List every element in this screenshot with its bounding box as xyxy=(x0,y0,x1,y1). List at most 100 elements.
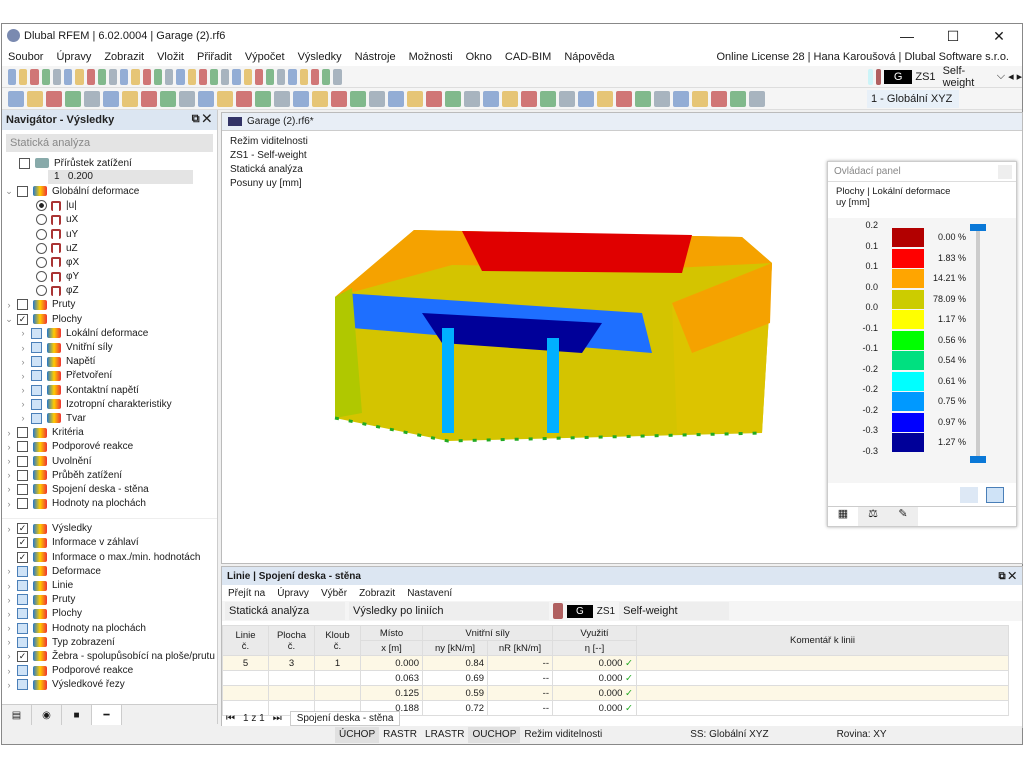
cell-surface[interactable] xyxy=(268,685,315,701)
cell-nr[interactable]: -- xyxy=(487,685,553,701)
menu-item[interactable]: Okno xyxy=(466,51,492,63)
cell-comment[interactable] xyxy=(636,685,1009,701)
cell-surface[interactable] xyxy=(268,670,315,686)
menu-item[interactable]: Úpravy xyxy=(56,51,91,63)
toolbar-button-icon[interactable] xyxy=(540,90,556,107)
toolbar-button-icon[interactable] xyxy=(103,90,119,107)
expand-icon[interactable]: ⌄ xyxy=(4,314,14,325)
menu-item[interactable]: Vložit xyxy=(157,51,184,63)
toolbar-button-icon[interactable] xyxy=(131,68,140,85)
expand-icon[interactable]: › xyxy=(4,581,14,591)
toolbar-button-icon[interactable] xyxy=(221,68,230,85)
analysis-select[interactable]: Statická analýza xyxy=(225,602,345,620)
checkbox[interactable] xyxy=(17,498,28,510)
cell-line[interactable] xyxy=(222,685,269,701)
menu-item[interactable]: Nástroje xyxy=(355,51,396,63)
checkbox[interactable]: ✓ xyxy=(17,650,28,662)
expand-icon[interactable]: › xyxy=(18,328,28,338)
checkbox[interactable] xyxy=(31,342,42,354)
toolbar-button-icon[interactable] xyxy=(483,90,499,107)
tree-item[interactable]: uZ xyxy=(2,241,217,255)
sheet-tab[interactable]: Spojení deska - stěna xyxy=(289,710,401,726)
toolbar-button-icon[interactable] xyxy=(46,90,62,107)
table-row[interactable]: 0.063 0.69 -- 0.000 ✓ xyxy=(222,670,1009,686)
tree-item[interactable]: uX xyxy=(2,213,217,227)
cell-line[interactable] xyxy=(222,670,269,686)
expand-icon[interactable]: › xyxy=(4,595,14,605)
menu-item[interactable]: Možnosti xyxy=(409,51,453,63)
range-slider-max-handle[interactable] xyxy=(970,224,986,231)
toolbar-button-icon[interactable] xyxy=(635,90,651,107)
toolbar-button-icon[interactable] xyxy=(176,68,185,85)
toolbar-button-icon[interactable] xyxy=(299,68,308,85)
toolbar-button-icon[interactable] xyxy=(64,68,73,85)
checkbox[interactable] xyxy=(31,370,42,382)
table-row[interactable]: 0.125 0.59 -- 0.000 ✓ xyxy=(222,685,1009,701)
checkbox[interactable] xyxy=(17,608,28,620)
status-item[interactable]: OUCHOP xyxy=(468,727,521,743)
tree-item[interactable]: › Přetvoření xyxy=(2,369,217,383)
status-item[interactable]: LRASTR xyxy=(421,727,468,743)
tree-item[interactable]: ✓ Informace v záhlaví xyxy=(2,536,217,550)
radio-button[interactable] xyxy=(36,271,47,283)
expand-icon[interactable]: › xyxy=(4,428,14,438)
cell-comment[interactable] xyxy=(636,670,1009,686)
cell-hinge[interactable]: 1 xyxy=(314,655,361,671)
tree-item[interactable]: φZ xyxy=(2,284,217,298)
toolbar-button-icon[interactable] xyxy=(255,90,271,107)
checkbox[interactable] xyxy=(17,665,28,677)
tree-item[interactable]: › Pruty xyxy=(2,298,217,312)
cell-nr[interactable]: -- xyxy=(487,655,553,671)
tree-item[interactable]: › Podporové reakce xyxy=(2,440,217,454)
cell-eta[interactable]: 0.000 ✓ xyxy=(552,655,637,671)
checkbox[interactable] xyxy=(17,622,28,634)
toolbar-button-icon[interactable] xyxy=(254,68,264,85)
checkbox[interactable] xyxy=(17,427,28,439)
cell-comment[interactable] xyxy=(636,655,1009,671)
checkbox[interactable] xyxy=(17,483,28,495)
expand-icon[interactable]: › xyxy=(4,484,14,494)
toolbar-button-icon[interactable] xyxy=(209,68,219,85)
checkbox[interactable] xyxy=(31,398,42,410)
toolbar-button-icon[interactable] xyxy=(187,68,196,85)
next-arrow-icon[interactable]: ▸ xyxy=(1017,70,1023,83)
table-menu-item[interactable]: Zobrazit xyxy=(359,588,395,599)
tree-item[interactable]: › Napětí xyxy=(2,355,217,369)
menu-item[interactable]: CAD-BIM xyxy=(505,51,551,63)
toolbar-button-icon[interactable] xyxy=(266,68,275,85)
toolbar-button-icon[interactable] xyxy=(153,68,163,85)
radio-button[interactable] xyxy=(36,285,47,297)
checkbox[interactable] xyxy=(31,412,42,424)
cell-hinge[interactable] xyxy=(314,670,361,686)
tree-item[interactable]: › Plochy xyxy=(2,607,217,621)
toolbar-button-icon[interactable] xyxy=(141,90,157,107)
tree-item[interactable]: |u| xyxy=(2,199,217,213)
toolbar-button-icon[interactable] xyxy=(350,90,366,107)
expand-icon[interactable]: › xyxy=(18,385,28,395)
toolbar-button-icon[interactable] xyxy=(578,90,594,107)
cell-eta[interactable]: 0.000 ✓ xyxy=(552,685,637,701)
tree-item[interactable]: › Výsledkové řezy xyxy=(2,678,217,692)
toolbar-button-icon[interactable] xyxy=(426,90,442,107)
cell-surface[interactable]: 3 xyxy=(268,655,315,671)
tree-item[interactable]: › Pruty xyxy=(2,593,217,607)
toolbar-button-icon[interactable] xyxy=(41,68,50,85)
checkbox[interactable] xyxy=(17,580,28,592)
toolbar-button-icon[interactable] xyxy=(198,68,207,85)
cell-x[interactable]: 0.000 xyxy=(360,655,423,671)
checkbox[interactable] xyxy=(17,565,28,577)
toolbar-button-icon[interactable] xyxy=(369,90,385,107)
expand-icon[interactable]: › xyxy=(4,651,14,661)
toolbar-button-icon[interactable] xyxy=(236,90,252,107)
results-select[interactable]: Výsledky po liniích xyxy=(349,602,549,620)
status-item[interactable]: RASTR xyxy=(379,727,421,743)
menu-item[interactable]: Nápověda xyxy=(564,51,614,63)
radio-button[interactable] xyxy=(36,228,47,240)
checkbox[interactable] xyxy=(17,679,28,691)
toolbar-button-icon[interactable] xyxy=(160,90,176,107)
range-slider-track[interactable] xyxy=(976,230,980,460)
cell-x[interactable]: 0.063 xyxy=(360,670,423,686)
toolbar-button-icon[interactable] xyxy=(310,68,320,85)
tree-item[interactable]: uY xyxy=(2,227,217,241)
toolbar-button-icon[interactable] xyxy=(312,90,328,107)
